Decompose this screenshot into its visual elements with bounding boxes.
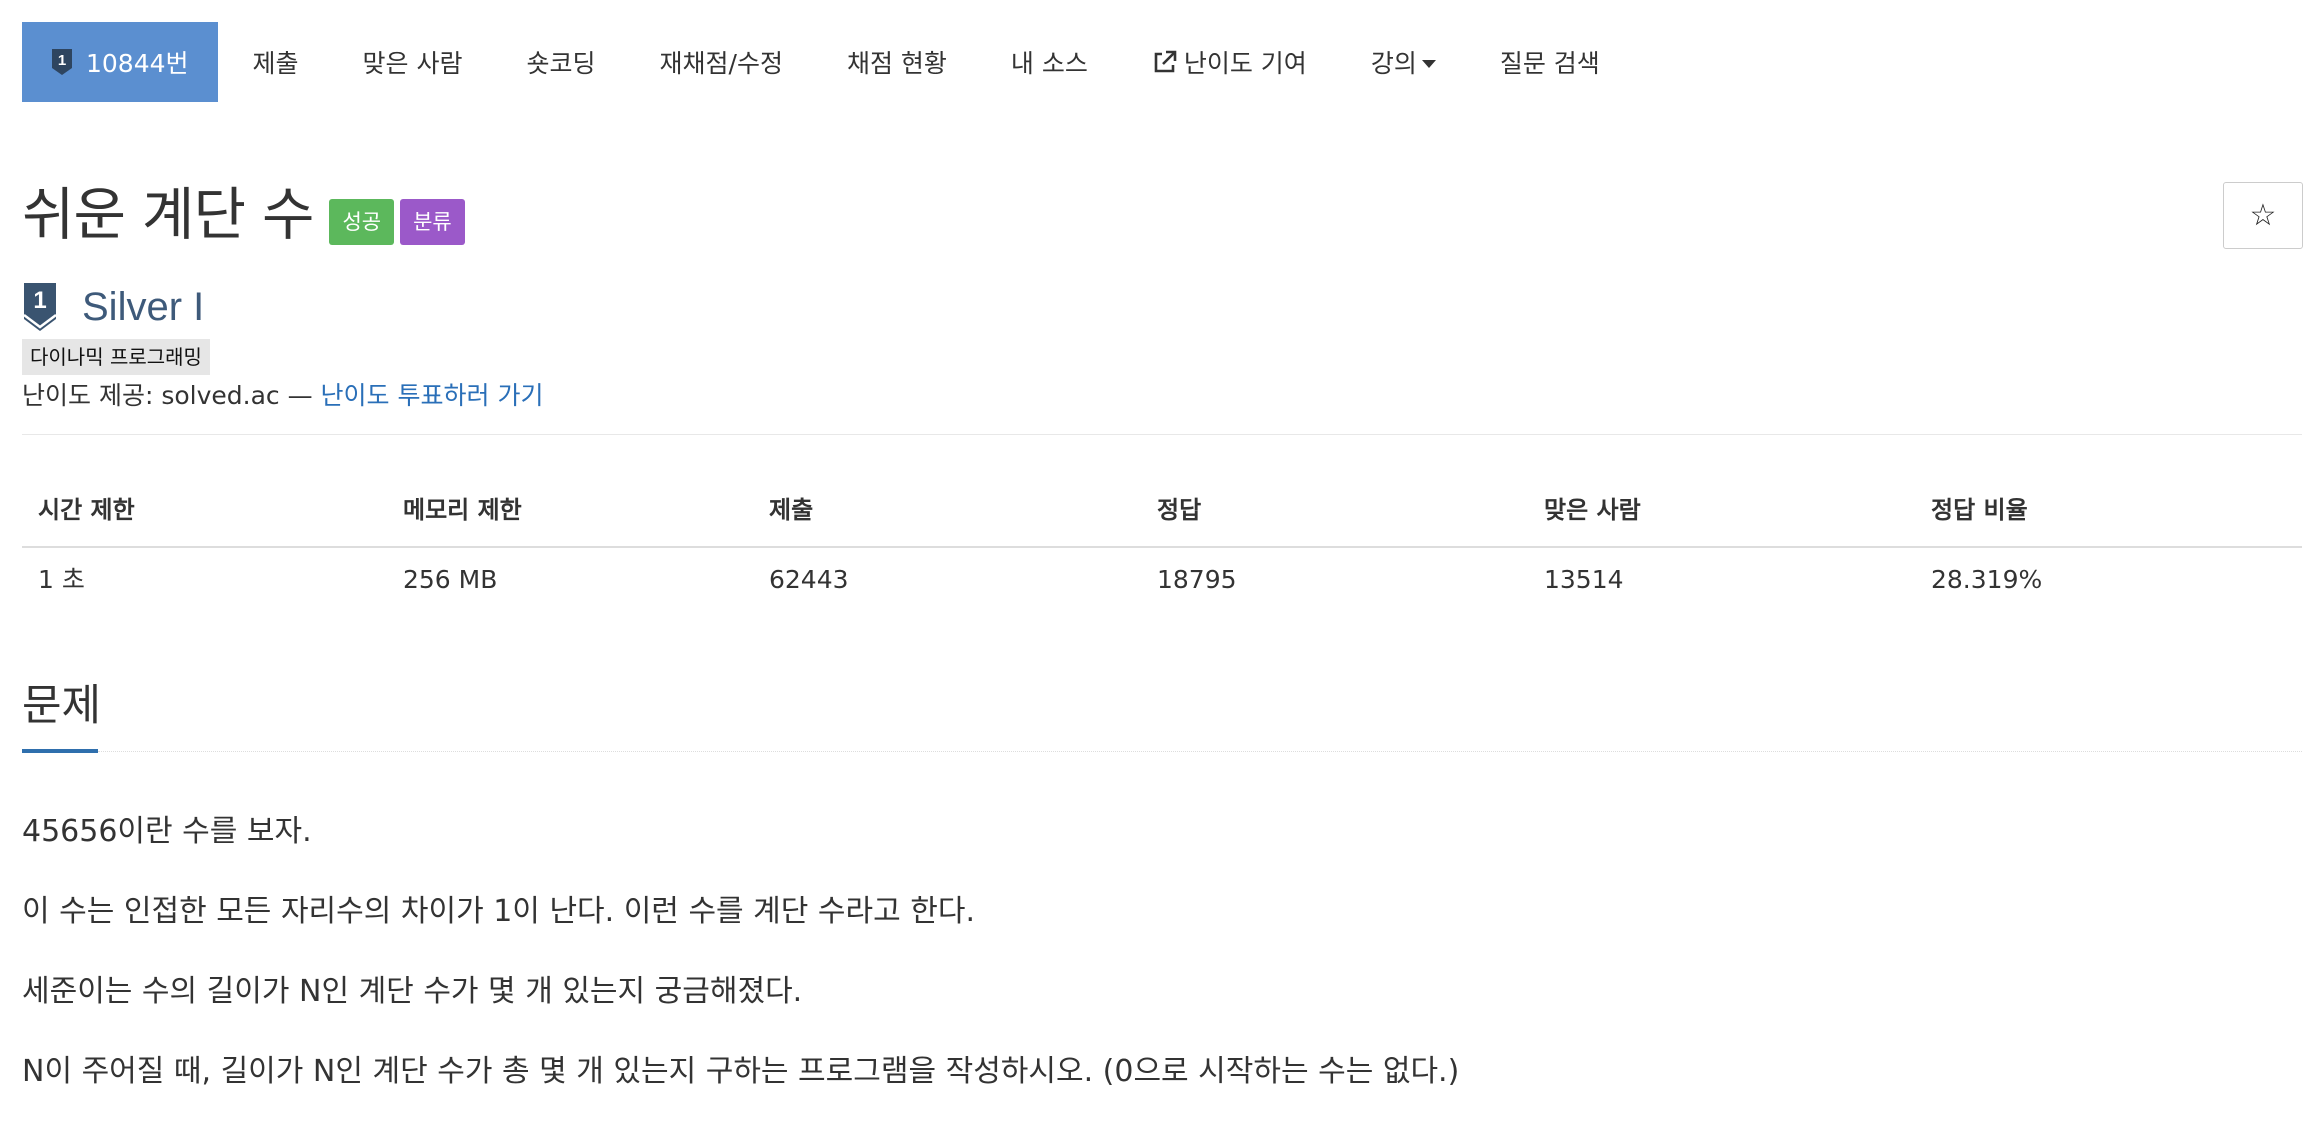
nav-lectures-dropdown[interactable]: 강의 xyxy=(1339,22,1468,102)
success-label: 성공 xyxy=(329,199,395,245)
problem-page: 1 10844번 제출 맞은 사람 숏코딩 재채점/수정 채점 현황 내 소스 … xyxy=(0,0,2322,1132)
nav-submit[interactable]: 제출 xyxy=(221,22,331,102)
nav-solved-users[interactable]: 맞은 사람 xyxy=(331,22,495,102)
problem-title: 쉬운 계단 수 xyxy=(22,182,314,248)
problem-paragraph: 이 수는 인접한 모든 자리수의 차이가 1이 난다. 이런 수를 계단 수라고… xyxy=(22,894,975,929)
tier-icon-number: 1 xyxy=(58,52,66,69)
header-accepted: 정답 xyxy=(1157,496,1202,524)
section-title-underline xyxy=(22,749,98,753)
nav-lectures-label: 강의 xyxy=(1370,49,1417,78)
header-memory-limit: 메모리 제한 xyxy=(403,496,522,524)
problem-paragraph: N이 주어질 때, 길이가 N인 계단 수가 총 몇 개 있는지 구하는 프로그… xyxy=(22,1054,1460,1089)
favorite-button[interactable]: ☆ xyxy=(2223,182,2303,249)
accept-ratio-value: 28.319% xyxy=(1931,565,2043,594)
problem-number-label: 10844번 xyxy=(86,49,189,78)
stats-table-header: 시간 제한 메모리 제한 제출 정답 맞은 사람 정답 비율 xyxy=(22,490,2302,548)
nav-question-search[interactable]: 질문 검색 xyxy=(1468,22,1632,102)
nav-my-source[interactable]: 내 소스 xyxy=(979,22,1120,102)
problem-tier: 1 Silver I xyxy=(22,280,204,334)
section-title: 문제 xyxy=(22,681,102,731)
memory-limit-value: 256 MB xyxy=(403,565,498,594)
classification-label[interactable]: 분류 xyxy=(400,199,465,245)
nav-difficulty-contribute-label: 난이도 기여 xyxy=(1183,49,1307,78)
accepted-value: 18795 xyxy=(1157,565,1237,594)
solved-users-value: 13514 xyxy=(1544,565,1624,594)
tier-name[interactable]: Silver I xyxy=(82,285,204,330)
problem-title-row: 쉬운 계단 수 성공 분류 xyxy=(22,180,465,250)
silver-tier-badge-icon: 1 xyxy=(52,49,72,75)
silver-tier-badge-icon: 1 xyxy=(23,283,57,331)
header-solved-users: 맞은 사람 xyxy=(1544,496,1641,524)
time-limit-value: 1 초 xyxy=(38,565,85,594)
table-row: 1 초 256 MB 62443 18795 13514 28.319% xyxy=(22,548,2302,612)
tier-icon-number: 1 xyxy=(33,287,46,314)
difficulty-source: 난이도 제공: solved.ac — 난이도 투표하러 가기 xyxy=(22,378,543,414)
header-time-limit: 시간 제한 xyxy=(38,496,135,524)
problem-menu: 1 10844번 제출 맞은 사람 숏코딩 재채점/수정 채점 현황 내 소스 … xyxy=(22,22,1632,102)
header-submissions: 제출 xyxy=(769,496,814,524)
divider xyxy=(22,434,2302,435)
problem-paragraph: 세준이는 수의 길이가 N인 계단 수가 몇 개 있는지 궁금해졌다. xyxy=(22,974,803,1009)
nav-short-coding[interactable]: 숏코딩 xyxy=(495,22,628,102)
nav-status[interactable]: 채점 현황 xyxy=(815,22,979,102)
external-link-icon xyxy=(1154,50,1177,73)
section-divider xyxy=(98,751,2302,752)
nav-problem-number[interactable]: 1 10844번 xyxy=(22,22,218,102)
problem-paragraph: 45656이란 수를 보자. xyxy=(22,814,312,849)
caret-down-icon xyxy=(1421,60,1436,68)
star-outline-icon: ☆ xyxy=(2249,198,2277,233)
nav-difficulty-contribute[interactable]: 난이도 기여 xyxy=(1120,22,1339,102)
difficulty-vote-link[interactable]: 난이도 투표하러 가기 xyxy=(321,381,544,410)
difficulty-prefix: 난이도 제공: solved.ac — xyxy=(22,381,321,410)
header-accept-ratio: 정답 비율 xyxy=(1931,496,2028,524)
nav-rejudge[interactable]: 재채점/수정 xyxy=(628,22,815,102)
algorithm-tag[interactable]: 다이나믹 프로그래밍 xyxy=(22,339,210,375)
submissions-value: 62443 xyxy=(769,565,849,594)
